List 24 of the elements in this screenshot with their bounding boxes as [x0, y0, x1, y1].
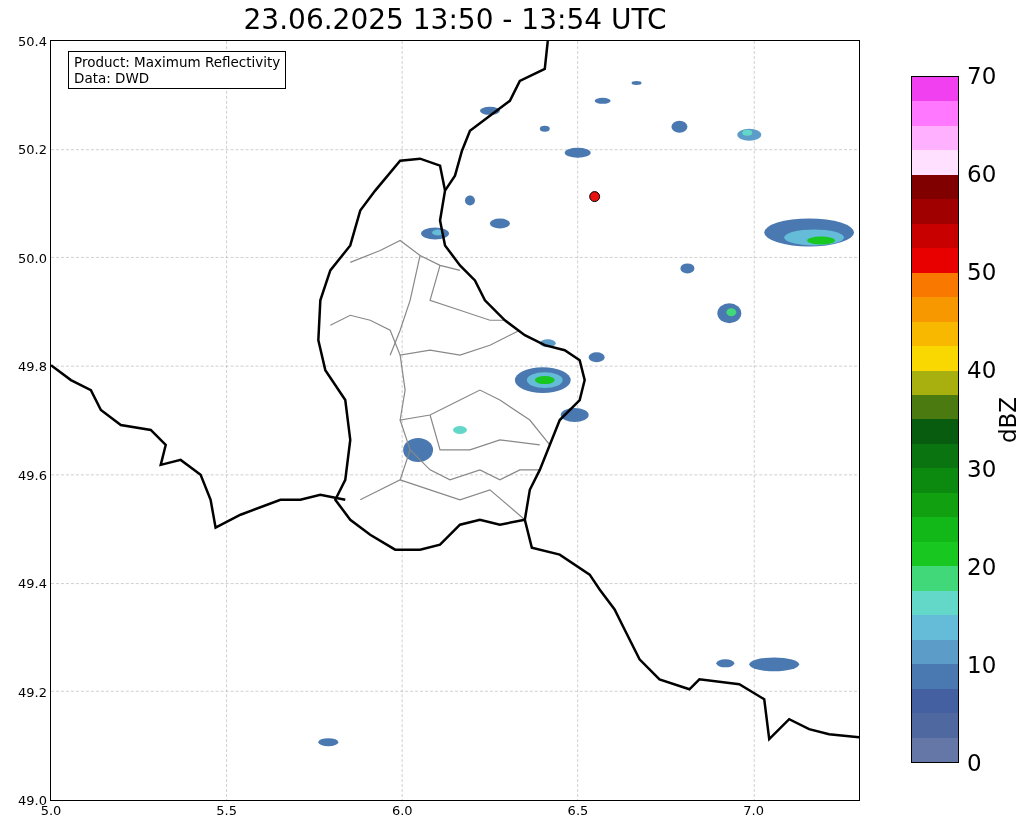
color-scale-tick-label: 40: [967, 358, 997, 382]
y-axis-tick-label: 50.0: [18, 250, 47, 266]
color-scale-tick-label: 10: [967, 653, 997, 677]
y-axis-tick-label: 49.4: [18, 575, 47, 591]
y-axis-tick-label: 49.8: [18, 358, 47, 374]
color-scale-tick-label: 70: [967, 64, 997, 88]
x-axis-tick-label: 6.0: [391, 803, 413, 818]
color-scale-tick-label: 60: [967, 162, 997, 186]
y-axis-tick-label: 49.2: [18, 684, 47, 700]
x-axis-tick-label: 5.5: [216, 803, 237, 818]
y-axis-tick-label: 50.4: [18, 33, 47, 49]
legend-text: Product: Maximum Reflectivity: [74, 54, 281, 71]
x-axis-tick-label: 6.5: [567, 803, 589, 818]
y-axis-tick-label: 49.6: [18, 467, 47, 483]
legend-text: Data: DWD: [74, 70, 151, 87]
color-scale-label: dBZ: [996, 396, 1020, 443]
color-scale-tick-label: 20: [967, 555, 997, 579]
color-scale-tick-label: 50: [967, 260, 997, 284]
x-axis-tick-label: 5.0: [40, 803, 62, 818]
y-axis-tick-label: 50.2: [18, 141, 47, 157]
color-scale-tick-label: 0: [967, 751, 982, 775]
color-scale-tick-label: 30: [967, 457, 997, 481]
x-axis-tick-label: 7.0: [743, 803, 764, 818]
chart-title: 23.06.2025 13:50 - 13:54 UTC: [243, 6, 667, 34]
